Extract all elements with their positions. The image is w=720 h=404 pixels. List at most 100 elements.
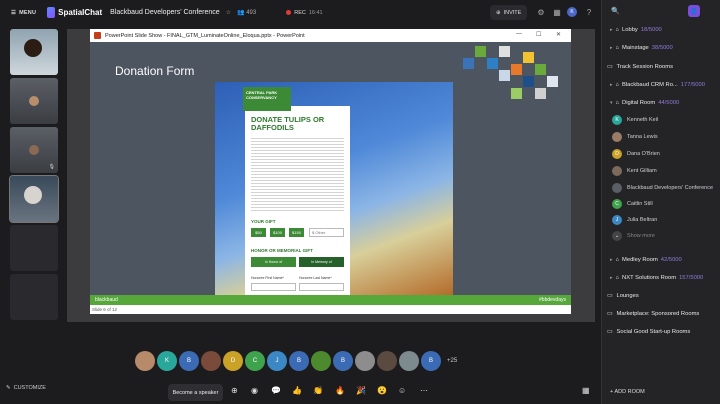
gift-option: $150 (289, 228, 304, 237)
participant-avatar[interactable] (311, 351, 331, 371)
participant-avatar[interactable] (355, 351, 375, 371)
bottom-bar: ✎ CUSTOMIZE Become a speaker ⊕ ◉ 💬 👍 👏 🔥… (0, 381, 600, 404)
member-avatar: J (612, 215, 622, 225)
card-title: DONATE TULIPS OR DAFFODILS (251, 115, 325, 132)
folder-icon: ▭ (607, 311, 613, 317)
party-icon[interactable]: 🎉 (356, 386, 366, 395)
chevron-down-icon: ▾ (610, 100, 613, 106)
room-medley[interactable]: ▸ ⌂ Medley Room 42/5000 (610, 257, 682, 263)
video-tile[interactable] (10, 78, 58, 124)
maximize-icon: ☐ (536, 32, 542, 38)
member-item[interactable]: J Julia Beltran (612, 215, 657, 225)
lounges-section[interactable]: ▭ Lounges (607, 293, 639, 299)
menu-button[interactable]: ☰ MENU (6, 4, 41, 21)
participant-avatar[interactable] (399, 351, 419, 371)
user-avatar[interactable]: K (567, 7, 577, 17)
card-body-text (251, 136, 344, 211)
participant-avatar[interactable]: J (267, 351, 287, 371)
form-screenshot: CENTRAL PARK CONSERVANCY DONATE TULIPS O… (215, 82, 453, 295)
slide: Donation Form CENTRAL PARK CONSERVANCY D… (90, 42, 571, 305)
member-avatar (612, 183, 622, 193)
member-avatar (612, 132, 622, 142)
add-person-icon: ⊕ (496, 9, 501, 16)
participant-avatar[interactable]: K (157, 351, 177, 371)
member-item[interactable]: C Caitlin Still (612, 199, 653, 209)
member-item[interactable]: D Dana O'Brien (612, 149, 660, 159)
video-tile[interactable] (10, 225, 58, 271)
minimize-icon: — (516, 31, 522, 37)
member-avatar: D (612, 149, 622, 159)
grid-icon[interactable]: ▦ (582, 386, 590, 395)
participant-avatar[interactable]: B (289, 351, 309, 371)
settings-icon[interactable]: ⚙ (535, 6, 547, 18)
app-logo: SpatialChat (47, 7, 102, 18)
door-icon: ⌂ (615, 27, 620, 33)
participant-avatar[interactable]: C (245, 351, 265, 371)
video-tile[interactable] (9, 175, 59, 223)
thumbs-up-icon[interactable]: 👍 (292, 386, 302, 395)
member-avatar: K (612, 115, 622, 125)
help-icon[interactable]: ? (583, 6, 595, 18)
room-mainstage[interactable]: ▸ ⌂ Mainstage 38/5000 (610, 45, 673, 51)
last-name-field (299, 283, 344, 291)
track-section[interactable]: ▭ Track Session Rooms (607, 64, 673, 70)
invite-button[interactable]: ⊕ INVITE (490, 5, 528, 20)
participant-avatar[interactable]: B (179, 351, 199, 371)
video-tile[interactable] (10, 274, 58, 320)
first-name-label: Honoree First Name* (251, 276, 284, 280)
video-tile[interactable] (10, 29, 58, 75)
member-item[interactable]: Kent Gilliam (612, 166, 657, 176)
gift-option: $50 (251, 228, 266, 237)
last-name-label: Honoree Last Name* (299, 276, 332, 280)
more-icon[interactable]: ⋯ (420, 386, 428, 395)
clap-icon[interactable]: 👏 (313, 386, 323, 395)
star-icon[interactable]: ☆ (226, 9, 231, 16)
marketplace-section[interactable]: ▭ Marketplace: Sponsored Rooms (607, 311, 699, 317)
folder-icon: ▭ (607, 64, 613, 70)
hamburger-icon: ☰ (11, 9, 17, 16)
search-icon[interactable]: 🔍 (611, 7, 620, 15)
door-icon: ⌂ (615, 275, 620, 281)
chevron-right-icon: ▸ (610, 45, 613, 51)
participant-avatar[interactable] (377, 351, 397, 371)
room-nxt[interactable]: ▸ ⌂ NXT Solutions Room 157/5000 (610, 275, 703, 281)
video-tile[interactable]: 🎙 (10, 127, 58, 173)
gift-other-field: $ Other (309, 228, 344, 237)
add-room-button[interactable]: + ADD ROOM (610, 389, 645, 395)
emoji-icon[interactable]: ☺ (398, 386, 406, 395)
participant-avatar[interactable]: B (421, 351, 441, 371)
member-item[interactable]: Tanna Lewis (612, 132, 658, 142)
conference-name[interactable]: Blackbaud Developers' Conference (110, 9, 220, 16)
door-icon: ⌂ (615, 45, 620, 51)
more-participants[interactable]: +25 (447, 351, 457, 371)
member-item[interactable]: Blackbaud Developers' Conference (612, 183, 713, 193)
grid-view-icon[interactable]: ▦ (551, 6, 563, 18)
expand-icon: ⌄ (612, 231, 622, 241)
pencil-icon: ✎ (6, 385, 11, 391)
honor-label: HONOR OR MEMORIAL GIFT (251, 248, 313, 253)
user-menu-icon[interactable]: 👤 (688, 5, 700, 17)
social-good-section[interactable]: ▭ Social Good Start-up Rooms (607, 329, 690, 335)
gift-option: $100 (270, 228, 285, 237)
add-icon[interactable]: ⊕ (231, 386, 238, 395)
member-item[interactable]: K Kenneth Keil (612, 115, 658, 125)
spatialchat-logo-icon (47, 7, 56, 18)
chevron-right-icon: ▸ (610, 82, 613, 88)
customize-button[interactable]: ✎ CUSTOMIZE (6, 385, 46, 391)
door-icon: ⌂ (615, 100, 620, 106)
participant-avatar[interactable]: D (223, 351, 243, 371)
show-more-link[interactable]: ⌄ Show more (612, 231, 655, 241)
chat-icon[interactable]: 💬 (271, 386, 281, 395)
become-speaker-button[interactable]: Become a speaker (168, 384, 223, 401)
room-digital[interactable]: ▾ ⌂ Digital Room 44/5000 (610, 100, 679, 106)
rooms-sidebar: 🔍 👤 ▸ ⌂ Lobby 18/5000 ▸ ⌂ Mainstage 38/5… (601, 0, 720, 404)
participant-avatar[interactable] (201, 351, 221, 371)
record-icon[interactable]: ◉ (251, 386, 258, 395)
participant-avatar[interactable]: B (333, 351, 353, 371)
room-lobby[interactable]: ▸ ⌂ Lobby 18/5000 (610, 27, 662, 33)
fire-icon[interactable]: 🔥 (335, 386, 345, 395)
room-crm[interactable]: ▸ ⌂ Blackbaud CRM Ro... 177/5000 (610, 82, 705, 88)
surprised-icon[interactable]: 😮 (377, 386, 387, 395)
participant-avatar[interactable] (135, 351, 155, 371)
ppt-window-title: PowerPoint Slide Show - FINAL_GTM_Lumina… (90, 29, 571, 42)
